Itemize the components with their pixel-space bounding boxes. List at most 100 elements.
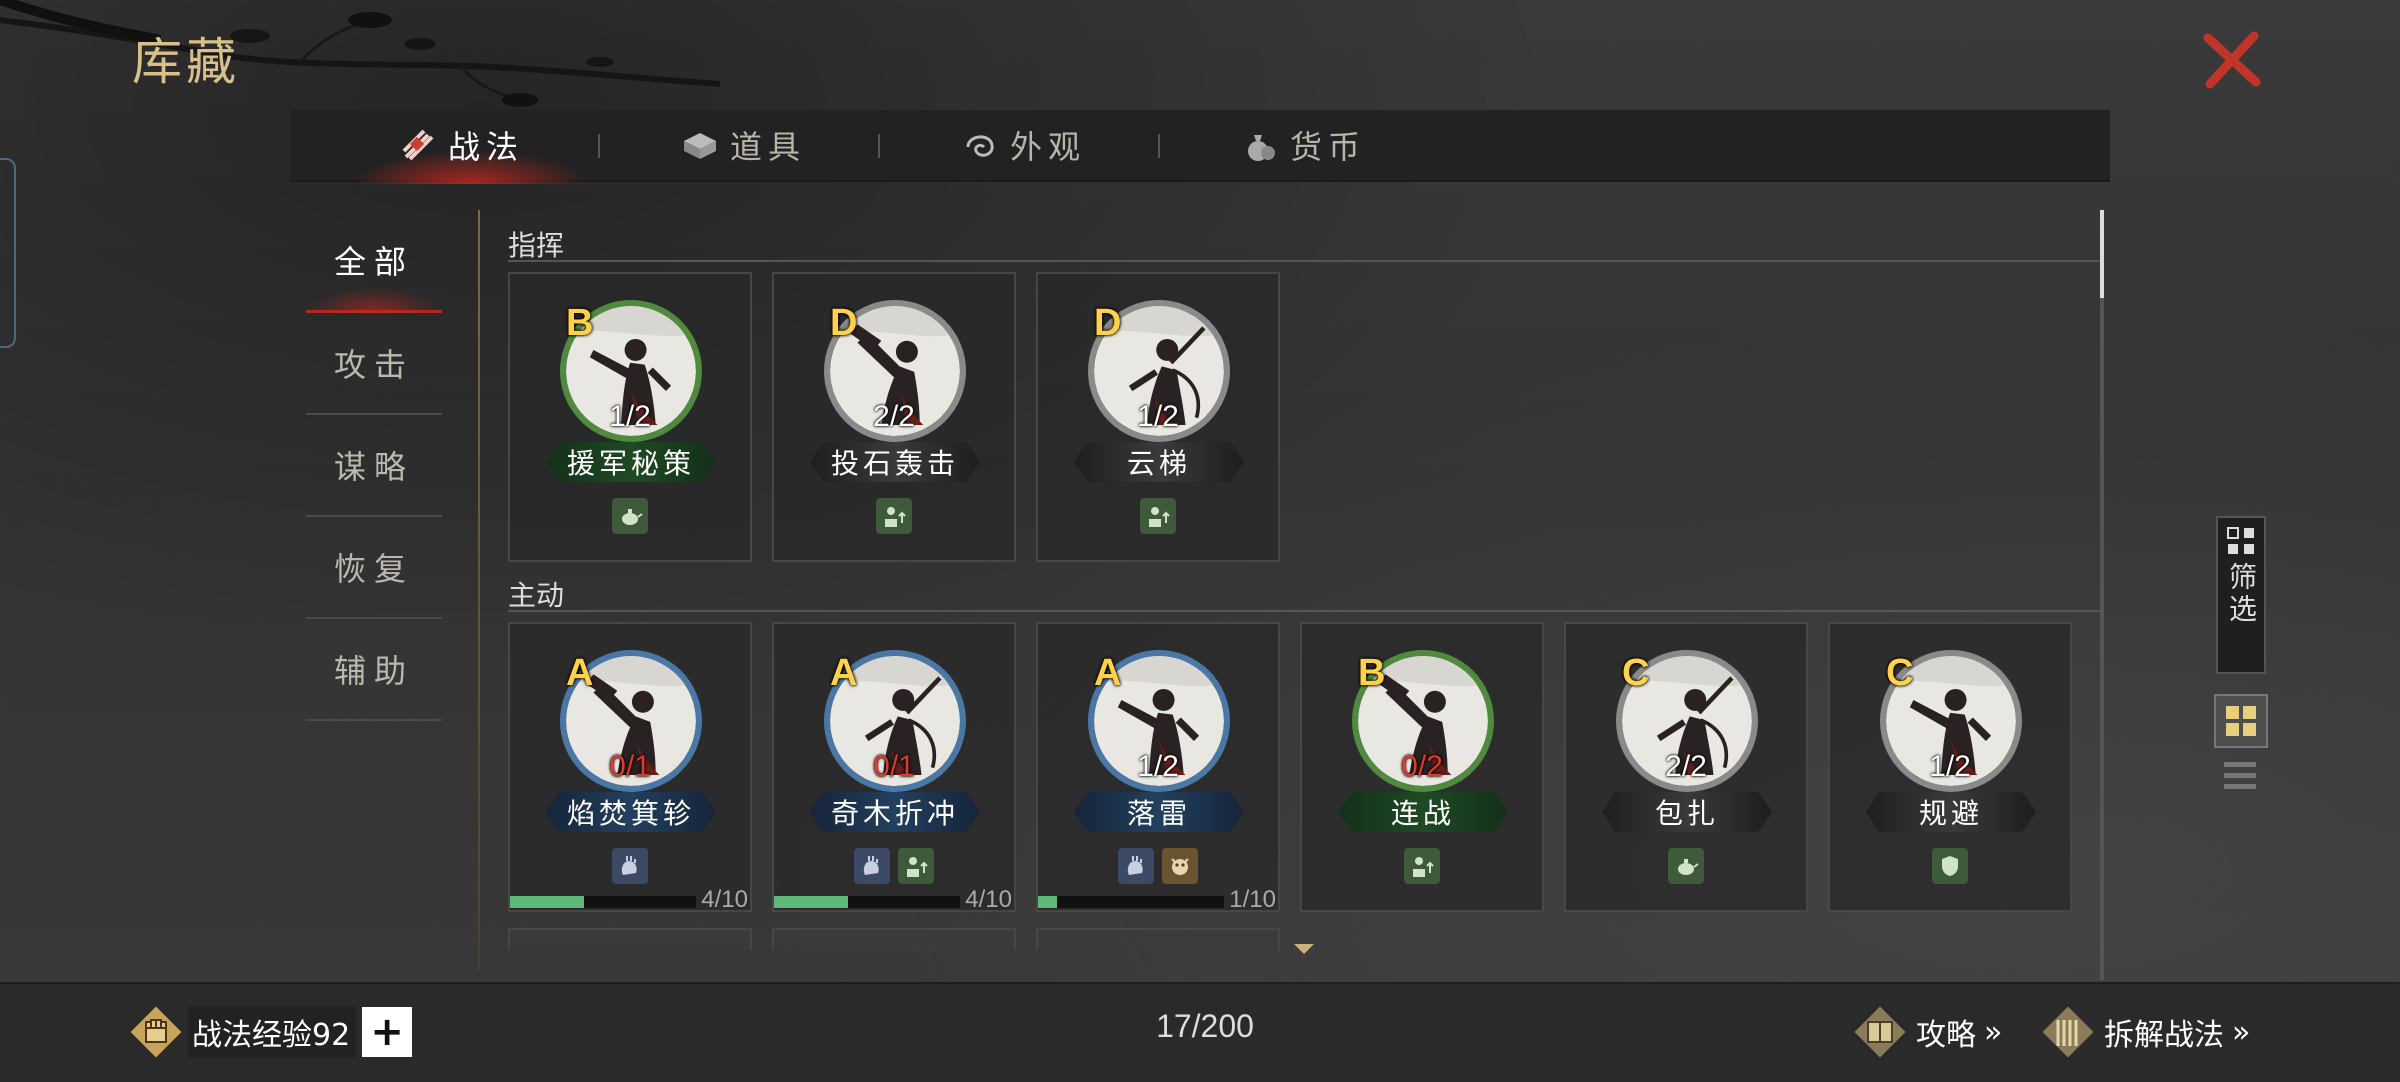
hand-icon: [854, 848, 890, 884]
tactic-card[interactable]: C 1/2 规避: [1828, 622, 2072, 912]
owned-count: 0/1: [609, 750, 651, 783]
tab-appearance[interactable]: 外观: [960, 110, 1086, 180]
grade-badge: D: [830, 302, 858, 344]
tactic-card[interactable]: D 1/2 云梯: [1036, 272, 1280, 562]
grade-badge: B: [1358, 652, 1386, 694]
tactic-card[interactable]: B 1/2 援军秘策: [508, 272, 752, 562]
card-partial: [508, 928, 752, 950]
tab-currency[interactable]: 货币: [1240, 110, 1366, 180]
tab-items-label: 道具: [730, 128, 807, 166]
progress-fill: [774, 896, 849, 908]
grade-badge: A: [1094, 652, 1122, 694]
sidebar-item-attack[interactable]: 攻击: [306, 313, 442, 415]
tactic-card[interactable]: A 0/1 奇木折冲 4/10: [772, 622, 1016, 913]
section-divider: [508, 610, 2100, 612]
scroll-down-indicator: [1294, 944, 1314, 954]
owned-count: 1/2: [1137, 750, 1179, 783]
sidebar-item-recovery[interactable]: 恢复: [306, 517, 442, 619]
shield-icon: [1932, 848, 1968, 884]
owned-count: 1/2: [1137, 400, 1179, 433]
filter-grid-icon: [2227, 527, 2254, 554]
tab-divider: [878, 134, 880, 158]
money-bag-icon: [1240, 125, 1280, 165]
sidebar-item-strategy[interactable]: 谋略: [306, 415, 442, 517]
list-view-icon[interactable]: [2220, 758, 2260, 794]
tab-divider: [1158, 134, 1160, 158]
owned-count: 0/2: [1401, 750, 1443, 783]
owned-count: 0/1: [873, 750, 915, 783]
tab-appearance-label: 外观: [1010, 128, 1087, 166]
filter-label: 筛选: [2225, 562, 2258, 626]
progress-text: 4/10: [965, 886, 1012, 913]
close-icon[interactable]: [2200, 28, 2264, 92]
box-icon: [680, 125, 720, 165]
category-tabbar: 战法 道具 外观 货币: [290, 110, 2110, 184]
tactic-tags: [510, 848, 750, 884]
tab-items[interactable]: 道具: [680, 110, 806, 180]
tactic-tags: [1038, 498, 1278, 534]
swirl-icon: [960, 125, 1000, 165]
fist-badge-icon: [130, 1006, 182, 1058]
tactic-name: 规避: [1866, 792, 2036, 832]
category-sidebar: 全部 攻击 谋略 恢复 辅助: [306, 210, 442, 721]
section-title-command: 指挥: [508, 229, 565, 262]
progress-bar: [774, 896, 960, 908]
scroll-bundle-icon: [398, 125, 438, 165]
tactic-name: 奇木折冲: [810, 792, 980, 832]
section-title-active: 主动: [508, 579, 565, 612]
dismantle-label: 拆解战法: [2104, 1018, 2224, 1053]
tactic-tags: [510, 498, 750, 534]
tactic-name: 包扎: [1602, 792, 1772, 832]
filter-button[interactable]: 筛选: [2216, 516, 2266, 674]
owned-count: 2/2: [873, 400, 915, 433]
guide-button[interactable]: 攻略 »: [1852, 1004, 2002, 1060]
progress-text: 1/10: [1229, 886, 1276, 913]
tactic-name: 焰焚箕轸: [546, 792, 716, 832]
tactic-name: 云梯: [1074, 442, 1244, 482]
owned-count: 1/2: [1929, 750, 1971, 783]
card-partial: [1036, 928, 1280, 950]
tab-tactics[interactable]: 战法: [398, 110, 524, 180]
tactic-tags: [1566, 848, 1806, 884]
tactic-tags: [1038, 848, 1278, 884]
tactic-exp: 战法经验92 +: [130, 1004, 413, 1060]
grade-badge: D: [1094, 302, 1122, 344]
tactic-card[interactable]: D 2/2 投石轰击: [772, 272, 1016, 562]
grid-view-icon: [2226, 706, 2256, 736]
progress-bar: [1038, 896, 1224, 908]
card-partial: [772, 928, 1016, 950]
scrollbar-track[interactable]: [2100, 210, 2104, 980]
tab-currency-label: 货币: [1290, 128, 1367, 166]
guide-label: 攻略: [1916, 1018, 1976, 1053]
grade-badge: C: [1622, 652, 1650, 694]
section-divider: [508, 260, 2100, 262]
tactic-name: 援军秘策: [546, 442, 716, 482]
sidebar-item-all[interactable]: 全部: [306, 210, 442, 313]
page-title: 库藏: [132, 33, 240, 91]
tactic-tags: [1830, 848, 2070, 884]
capacity-count: 17/200: [1156, 1008, 1254, 1044]
tactic-card[interactable]: A 1/2 落雷 1/10: [1036, 622, 1280, 913]
dismantle-button[interactable]: 拆解战法 »: [2040, 1004, 2250, 1060]
tactic-tags: [774, 848, 1014, 884]
tactic-card[interactable]: A 0/1 焰焚箕轸 4/10: [508, 622, 752, 913]
tactic-tags: [774, 498, 1014, 534]
grade-badge: C: [1886, 652, 1914, 694]
grade-badge: B: [566, 302, 594, 344]
owned-count: 1/2: [609, 400, 651, 433]
grade-badge: A: [566, 652, 594, 694]
tactic-name: 连战: [1338, 792, 1508, 832]
grid-view-toggle[interactable]: [2214, 694, 2268, 748]
tactic-name: 落雷: [1074, 792, 1244, 832]
teapot-icon: [612, 498, 648, 534]
side-drawer-handle[interactable]: [0, 158, 16, 348]
add-exp-button[interactable]: +: [362, 1007, 413, 1057]
tactic-card[interactable]: B 0/2 连战: [1300, 622, 1544, 912]
progress-text: 4/10: [701, 886, 748, 913]
scroll-rack-icon: [2042, 1006, 2094, 1058]
tactic-card[interactable]: C 2/2 包扎: [1564, 622, 1808, 912]
progress-fill: [1038, 896, 1057, 908]
scrollbar-thumb[interactable]: [2100, 210, 2104, 298]
tactic-name: 投石轰击: [810, 442, 980, 482]
sidebar-item-support[interactable]: 辅助: [306, 619, 442, 721]
